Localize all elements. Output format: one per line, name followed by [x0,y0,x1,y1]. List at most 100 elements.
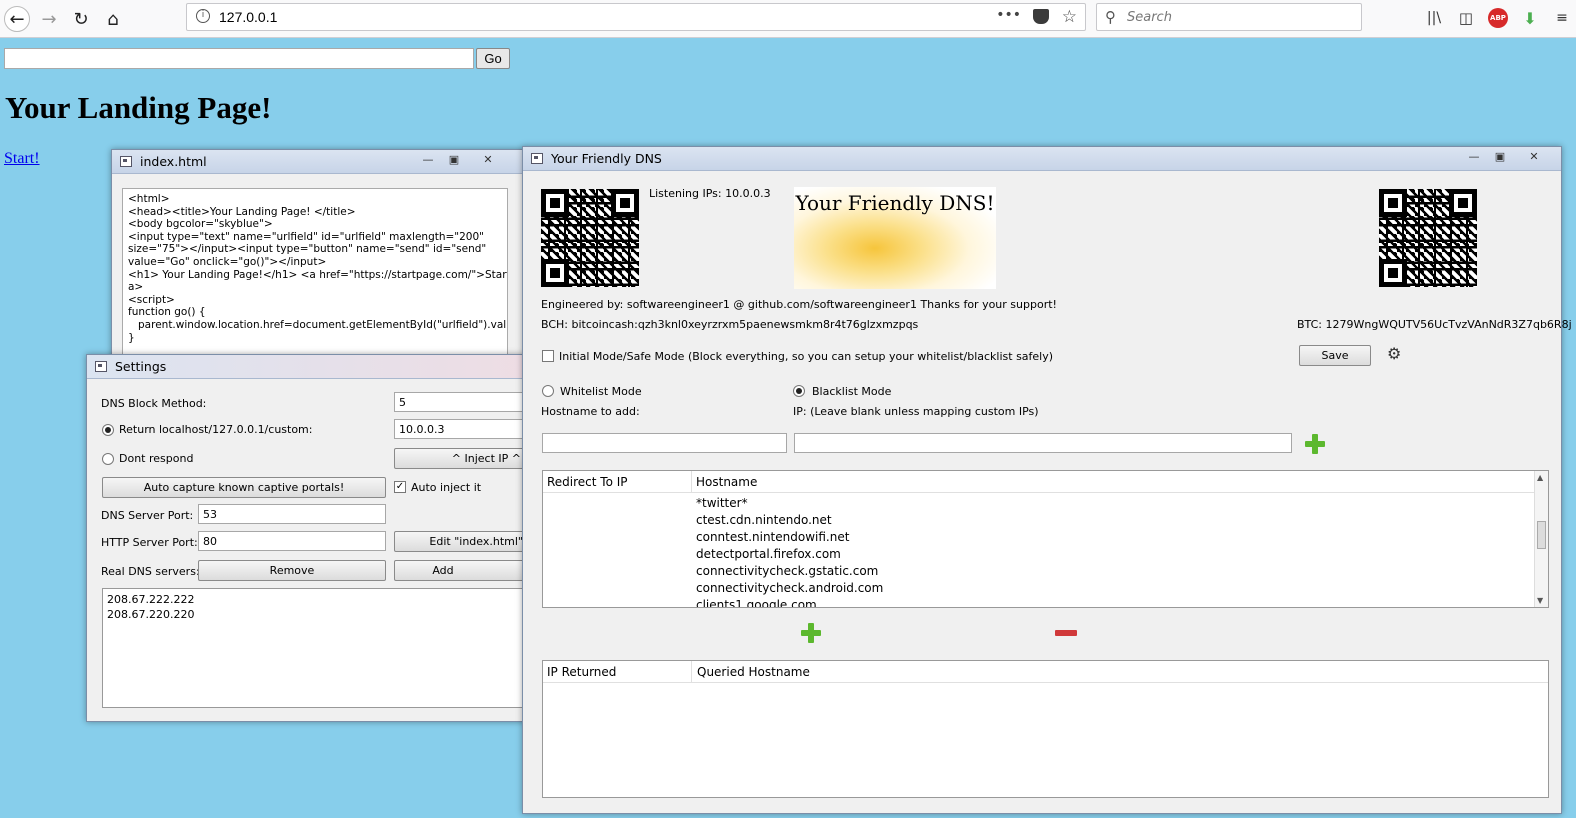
dont-respond-radio[interactable] [102,453,114,465]
close-icon[interactable]: ✕ [1521,148,1547,166]
go-button[interactable]: Go [476,48,510,69]
http-port-field[interactable]: 80 [198,531,386,551]
hostname-to-add-label: Hostname to add: [541,405,640,418]
page-actions-icon[interactable]: ••• [996,7,1021,23]
credits-text: Engineered by: softwareengineer1 @ githu… [541,298,1057,311]
maximize-icon[interactable]: ▣ [441,151,467,169]
table-row[interactable]: clients1.google.com [696,598,817,607]
edit-index-button[interactable]: Edit "index.html" [394,531,528,552]
gear-icon[interactable]: ⚙ [1387,344,1401,363]
table-row[interactable]: *twitter* [696,496,748,513]
whitelist-radio[interactable] [542,385,554,397]
btc-address: BTC: 1279WngWQUTV56UcTvzVAnNdR3Z7qb6R8j [1297,318,1572,331]
forward-icon[interactable]: → [36,6,62,32]
inject-ip-button[interactable]: ^ Inject IP ^ [394,448,528,469]
scroll-down-icon[interactable]: ▼ [1537,596,1543,605]
dns-titlebar[interactable]: Your Friendly DNS — ▣ ✕ [523,147,1561,171]
url-field[interactable] [4,48,474,69]
table-row[interactable]: connectivitycheck.gstatic.com [696,564,878,581]
code-line: } [128,331,135,344]
url-bar[interactable]: i 127.0.0.1 ••• ☆ [186,3,1086,31]
url-text[interactable]: 127.0.0.1 [219,9,277,25]
dns-window-title: Your Friendly DNS [551,151,662,166]
browser-toolbar: ← → ↻ ⌂ i 127.0.0.1 ••• ☆ ⚲ Search ||\ ◫… [0,0,1576,38]
save-button[interactable]: Save [1299,345,1371,366]
table-scrollbar[interactable]: ▲ ▼ [1534,471,1548,607]
window-icon [531,153,543,164]
reload-icon[interactable]: ↻ [68,6,94,32]
start-link[interactable]: Start! [4,150,40,168]
info-icon[interactable]: i [196,9,210,23]
auto-capture-button[interactable]: Auto capture known captive portals! [102,477,386,498]
table-row[interactable]: ctest.cdn.nintendo.net [696,513,832,530]
minimize-icon[interactable]: — [1461,148,1487,166]
dns-port-label: DNS Server Port: [101,509,194,522]
column-header-ip-returned[interactable]: IP Returned [547,665,616,679]
index-html-window: index.html — ▣ ✕ <html> <head><title>Your… [111,149,524,388]
window-icon [95,361,107,372]
download-icon[interactable]: ⬇ [1520,8,1540,28]
return-localhost-radio[interactable] [102,424,114,436]
real-dns-label: Real DNS servers: [101,565,200,578]
back-icon[interactable]: ← [4,6,30,32]
code-line: <h1> Your Landing Page!</h1> <a href="ht… [128,268,508,281]
home-icon[interactable]: ⌂ [100,6,126,32]
minimize-icon[interactable]: — [415,151,441,169]
auto-inject-checkbox[interactable]: ✓ [394,481,406,493]
remove-redirect-icon[interactable] [1055,630,1077,636]
column-header-ip[interactable]: Redirect To IP [547,475,628,489]
dont-respond-label: Dont respond [119,452,194,465]
table-row[interactable]: detectportal.firefox.com [696,547,841,564]
code-line: parent.window.location.href=document.get… [128,318,508,331]
dns-server-list[interactable]: 208.67.222.222 208.67.220.220 [102,588,542,708]
table-header: Redirect To IP Hostname [543,471,1548,493]
hostname-input[interactable] [542,433,787,453]
add-redirect-icon[interactable] [801,623,821,643]
close-icon[interactable]: ✕ [475,151,501,169]
pocket-icon[interactable] [1033,9,1049,24]
blacklist-radio[interactable] [793,385,805,397]
menu-icon[interactable]: ≡ [1552,8,1572,28]
listening-ips: Listening IPs: 10.0.0.3 [649,187,771,200]
code-line: <head><title>Your Landing Page! </title> [128,205,356,218]
auto-inject-label: Auto inject it [411,481,482,494]
settings-window-title: Settings [115,359,167,374]
redirect-table[interactable]: Redirect To IP Hostname *twitter* ctest.… [542,470,1549,608]
friendly-dns-window: Your Friendly DNS — ▣ ✕ Listening IPs: 1… [522,146,1572,814]
list-item[interactable]: 208.67.222.222 [107,592,537,607]
initial-mode-checkbox[interactable] [542,350,554,362]
code-line: <input type="text" name="urlfield" id="u… [128,230,485,243]
whitelist-label: Whitelist Mode [560,385,642,398]
code-line: function go() { [128,306,206,319]
adblock-plus-icon[interactable]: ABP [1488,8,1508,28]
table-row[interactable]: conntest.nintendowifi.net [696,530,849,547]
column-header-hostname[interactable]: Hostname [696,475,757,489]
search-bar[interactable]: ⚲ Search [1096,3,1362,31]
dns-port-field[interactable]: 53 [198,504,386,524]
add-entry-icon[interactable] [1305,434,1325,454]
scroll-thumb[interactable] [1537,521,1546,549]
library-icon[interactable]: ||\ [1424,8,1444,28]
index-titlebar[interactable]: index.html — ▣ ✕ [112,150,523,174]
initial-mode-label: Initial Mode/Safe Mode (Block everything… [559,350,1054,363]
queries-table[interactable]: IP Returned Queried Hostname [542,660,1549,798]
http-port-label: HTTP Server Port: [101,536,198,549]
bch-qr-code [541,189,639,287]
settings-titlebar[interactable]: Settings [87,355,525,379]
ip-input[interactable] [794,433,1292,453]
scroll-up-icon[interactable]: ▲ [1537,473,1543,482]
page-title: Your Landing Page! [5,90,272,125]
table-row[interactable]: connectivitycheck.android.com [696,581,883,598]
maximize-icon[interactable]: ▣ [1487,148,1513,166]
column-header-queried-hostname[interactable]: Queried Hostname [697,665,810,679]
blacklist-label: Blacklist Mode [812,385,892,398]
bookmark-star-icon[interactable]: ☆ [1062,7,1077,27]
bch-address: BCH: bitcoincash:qzh3knl0xeyrzrxm5paenew… [541,318,919,331]
sidebar-icon[interactable]: ◫ [1456,8,1476,28]
dns-block-method-field[interactable]: 5 [394,392,528,412]
list-item[interactable]: 208.67.220.220 [107,607,537,622]
remove-dns-button[interactable]: Remove [198,560,386,581]
code-line: size="75"></input><input type="button" n… [128,243,487,256]
return-ip-field[interactable]: 10.0.0.3 [394,419,528,439]
search-icon: ⚲ [1105,8,1116,26]
